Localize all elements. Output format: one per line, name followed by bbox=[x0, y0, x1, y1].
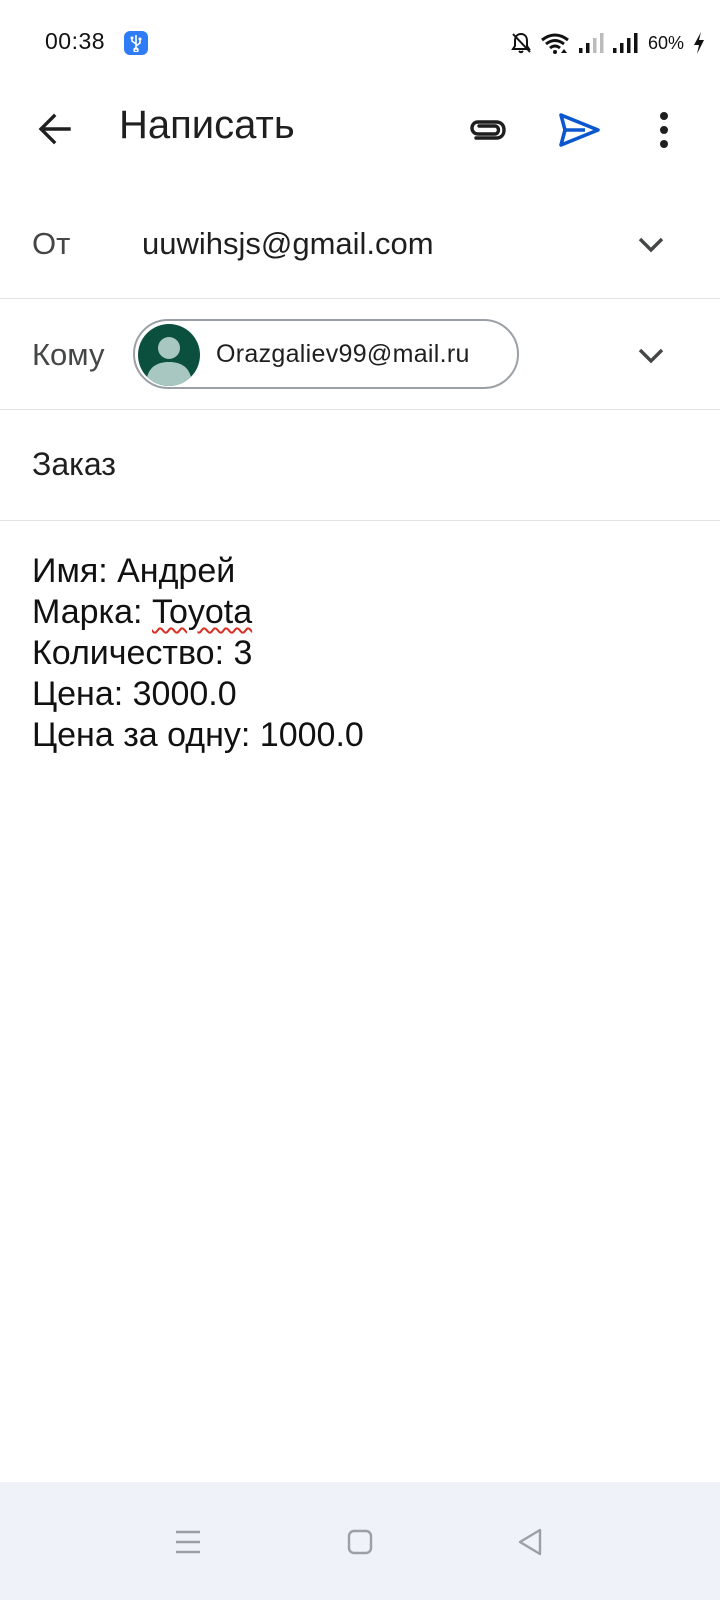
body-line: Цена: 3000.0 bbox=[32, 675, 237, 713]
status-time: 00:38 bbox=[45, 28, 106, 54]
home-button[interactable] bbox=[338, 1520, 382, 1564]
from-expand-button[interactable] bbox=[634, 227, 668, 261]
misspelled-word: Toyota bbox=[151, 593, 253, 631]
subject-row: Заказ bbox=[0, 410, 720, 521]
from-row: От uuwihsjs@gmail.com bbox=[0, 188, 720, 299]
status-bar: 00:38 60% bbox=[0, 0, 720, 88]
battery-level: 60% bbox=[647, 32, 684, 53]
recipient-chip[interactable]: Orazgaliev99@mail.ru bbox=[133, 319, 519, 389]
usb-icon bbox=[124, 31, 148, 55]
signal-icon bbox=[578, 32, 604, 54]
wifi-icon bbox=[540, 31, 570, 55]
attach-icon bbox=[470, 120, 506, 140]
signal-icon bbox=[612, 32, 638, 54]
attach-button[interactable] bbox=[466, 108, 510, 152]
body-line-label: Марка: bbox=[32, 593, 152, 631]
to-expand-button[interactable] bbox=[634, 338, 668, 372]
body-line: Марка: Toyota bbox=[32, 592, 692, 633]
to-row: Кому Orazgaliev99@mail.ru bbox=[0, 299, 720, 410]
app-bar: Написать bbox=[0, 88, 720, 168]
home-icon bbox=[347, 1529, 373, 1555]
status-icons: 60% bbox=[510, 28, 706, 58]
recents-button[interactable] bbox=[166, 1520, 210, 1564]
avatar bbox=[138, 324, 200, 386]
person-icon bbox=[146, 337, 192, 386]
from-label: От bbox=[32, 226, 71, 261]
battery-charging-icon bbox=[692, 31, 706, 55]
from-account[interactable]: uuwihsjs@gmail.com bbox=[142, 226, 434, 262]
message-body[interactable]: Имя: Андрей Марка: Toyota Количество: 3 … bbox=[32, 551, 692, 756]
send-icon bbox=[559, 113, 600, 147]
chevron-down-icon bbox=[638, 237, 664, 253]
arrow-back-icon bbox=[38, 113, 71, 145]
menu-icon bbox=[176, 1530, 200, 1554]
more-options-button[interactable] bbox=[650, 106, 678, 154]
system-back-button[interactable] bbox=[508, 1520, 552, 1564]
body-line: Количество: 3 bbox=[32, 634, 253, 672]
back-button[interactable] bbox=[34, 108, 76, 150]
more-vert-icon bbox=[660, 112, 668, 148]
body-line: Имя: Андрей bbox=[32, 552, 236, 590]
system-nav-bar bbox=[0, 1482, 720, 1600]
bell-off-icon bbox=[510, 31, 532, 55]
to-label: Кому bbox=[32, 337, 105, 372]
chevron-down-icon bbox=[638, 348, 664, 364]
recipient-email: Orazgaliev99@mail.ru bbox=[216, 340, 470, 368]
body-line: Цена за одну: 1000.0 bbox=[32, 716, 364, 754]
send-button[interactable] bbox=[555, 106, 603, 154]
subject-field[interactable]: Заказ bbox=[32, 446, 116, 483]
page-title: Написать bbox=[119, 103, 295, 147]
back-icon bbox=[518, 1528, 542, 1556]
